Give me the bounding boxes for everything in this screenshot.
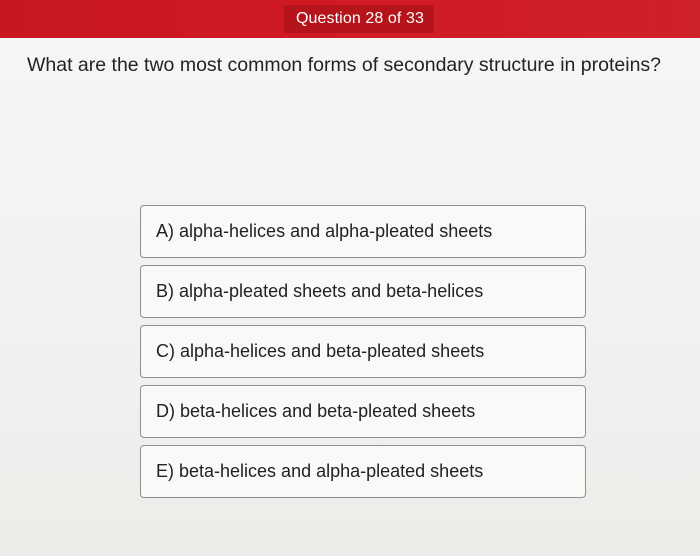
option-c-button[interactable]: C) alpha-helices and beta-pleated sheets [140,325,586,378]
option-a-button[interactable]: A) alpha-helices and alpha-pleated sheet… [140,205,586,258]
option-e-button[interactable]: E) beta-helices and alpha-pleated sheets [140,445,586,498]
option-c-label: C) alpha-helices and beta-pleated sheets [156,341,485,361]
answer-options: A) alpha-helices and alpha-pleated sheet… [140,205,586,498]
question-counter: Question 28 of 33 [284,5,435,33]
option-d-label: D) beta-helices and beta-pleated sheets [156,401,476,421]
question-text: What are the two most common forms of se… [27,54,662,76]
header-bar: Question 28 of 33 [0,0,700,38]
option-d-button[interactable]: D) beta-helices and beta-pleated sheets [140,385,586,438]
option-b-label: B) alpha-pleated sheets and beta-helices [156,281,484,301]
option-a-label: A) alpha-helices and alpha-pleated sheet… [156,221,493,241]
option-e-label: E) beta-helices and alpha-pleated sheets [156,461,484,481]
option-b-button[interactable]: B) alpha-pleated sheets and beta-helices [140,265,586,318]
